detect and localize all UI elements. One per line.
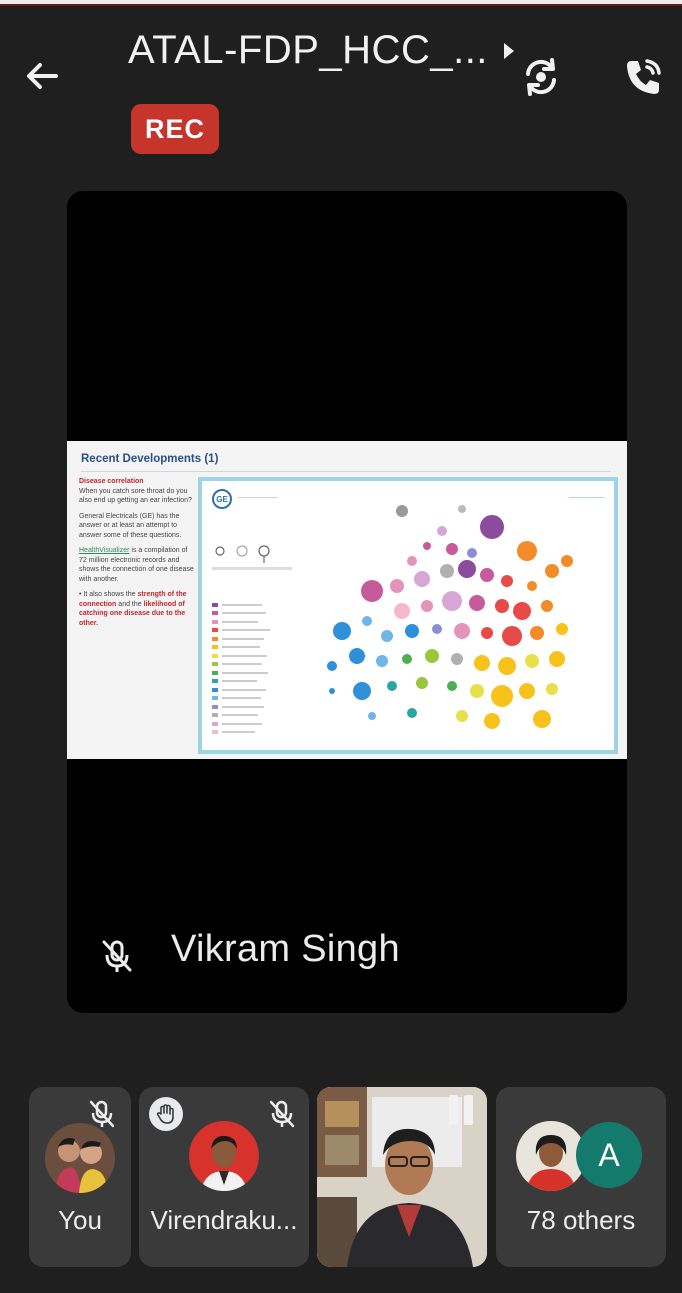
slide-bullet-text: and the xyxy=(118,600,142,608)
phone-call-icon xyxy=(627,59,661,94)
mic-off-icon xyxy=(269,1100,295,1128)
slide-bullet: • It also shows the xyxy=(79,591,136,598)
slide-visualization-panel: GE ———————— ——————— xyxy=(198,477,618,754)
back-button[interactable] xyxy=(18,52,66,100)
participant-name: Virendraku... xyxy=(150,1205,298,1235)
participant-name: 78 others xyxy=(526,1205,636,1235)
avatar-initial: A xyxy=(576,1122,642,1188)
switch-camera-button[interactable] xyxy=(516,52,566,102)
participant-tile-video[interactable] xyxy=(317,1087,487,1267)
chevron-right-icon xyxy=(503,42,514,59)
slide-question: When you catch sore throat do you also e… xyxy=(79,487,192,505)
raised-hand-icon xyxy=(149,1097,183,1131)
filter-controls-icon xyxy=(212,545,292,570)
panel-caption: ———————— xyxy=(238,495,278,501)
speaker-name: Vikram Singh xyxy=(171,928,400,970)
slide-title: Recent Developments (1) xyxy=(81,453,219,465)
slide-paragraph: General Electricals (GE) has the answer … xyxy=(79,512,182,539)
participant-tile-others[interactable]: A 78 others xyxy=(496,1087,666,1267)
avatar xyxy=(189,1121,259,1191)
arrow-back-icon xyxy=(27,63,58,89)
participant-tile-virendraku[interactable]: Virendraku... xyxy=(139,1087,309,1267)
switch-camera-icon xyxy=(526,58,556,96)
pause-icon xyxy=(449,1095,473,1125)
ge-logo: GE xyxy=(212,489,232,509)
mic-off-icon xyxy=(102,940,132,972)
meeting-title-button[interactable]: ATAL-FDP_HCC_... xyxy=(128,28,514,73)
participant-tile-you[interactable]: You xyxy=(29,1087,131,1267)
call-audio-button[interactable] xyxy=(618,52,668,102)
recording-badge: REC xyxy=(131,104,219,154)
disease-bubble-network xyxy=(327,505,573,729)
top-edge-accent xyxy=(0,4,682,6)
participant-name: You xyxy=(58,1205,102,1235)
slide-heading: Disease correlation xyxy=(79,478,144,485)
main-video-tile[interactable]: Recent Developments (1) Disease correlat… xyxy=(67,191,627,1013)
slide-title-rule xyxy=(81,471,611,472)
shared-presentation-slide: Recent Developments (1) Disease correlat… xyxy=(67,441,627,759)
slide-link: HealthVisualizer xyxy=(79,547,130,554)
avatar xyxy=(45,1123,115,1193)
legend xyxy=(212,601,292,737)
meeting-title: ATAL-FDP_HCC_... xyxy=(128,28,488,72)
slide-text-column: Disease correlation When you catch sore … xyxy=(79,477,197,747)
